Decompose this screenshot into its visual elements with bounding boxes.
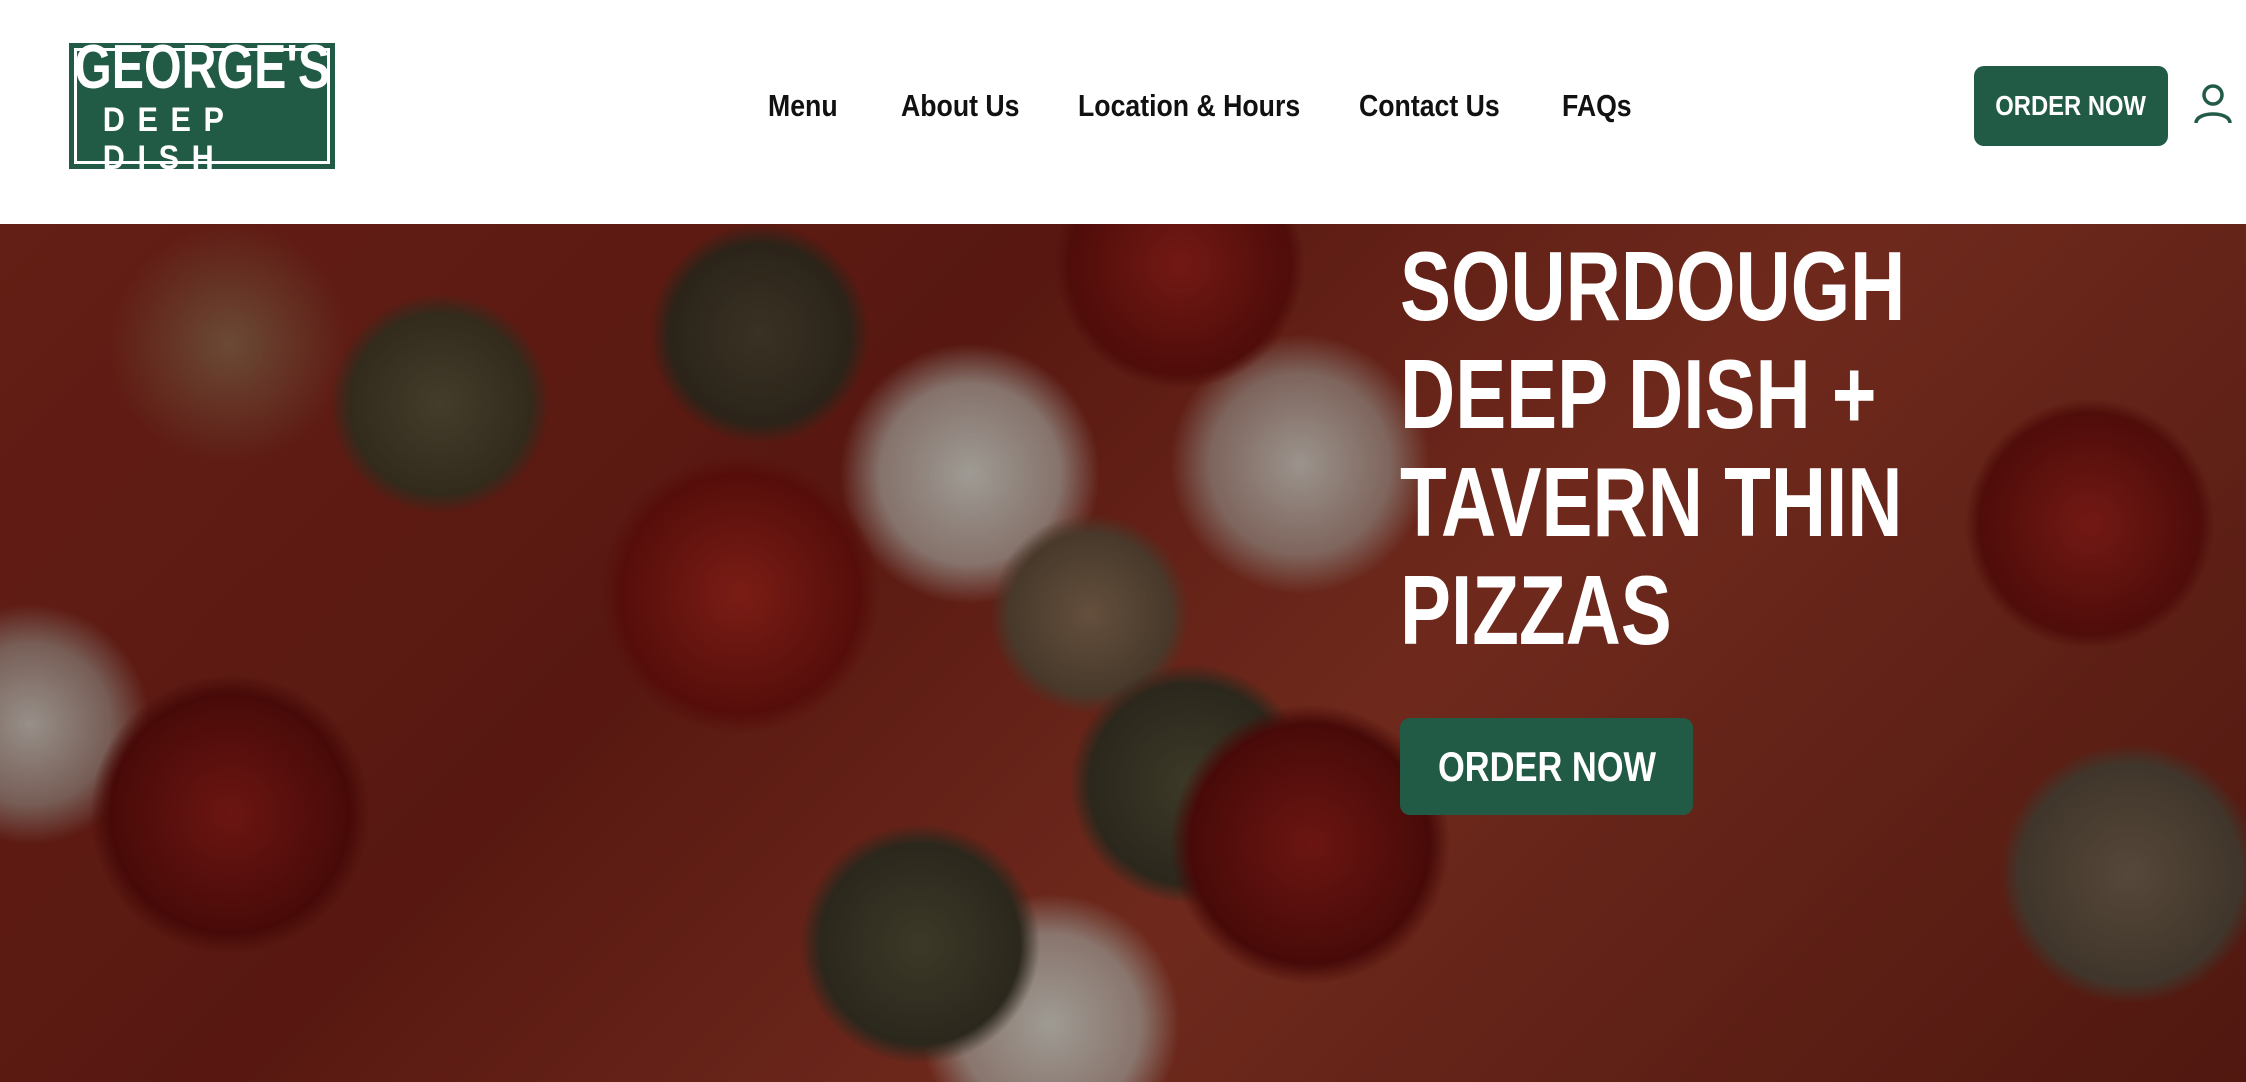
main-nav: Menu About Us Location & Hours Contact U…: [0, 82, 2246, 130]
header-order-now-button[interactable]: ORDER NOW: [1974, 66, 2168, 146]
user-icon-svg: [2194, 84, 2232, 124]
hero-content: Chicago's Best Deep Dish and Tavern Styl…: [1400, 146, 2220, 664]
hero-title-line-4: PIZZAS: [1400, 555, 1672, 665]
hero-order-now-button[interactable]: ORDER NOW: [1400, 718, 1693, 815]
nav-item-contact-us[interactable]: Contact Us: [1359, 82, 1500, 130]
hero-title-line-1: SOURDOUGH: [1400, 231, 1906, 341]
user-icon[interactable]: [2193, 82, 2233, 124]
nav-item-about-us[interactable]: About Us: [901, 82, 1019, 130]
hero-title-line-3: TAVERN THIN: [1400, 447, 1903, 557]
nav-item-faqs[interactable]: FAQs: [1562, 82, 1632, 130]
hero-tagline: Chicago's Best Deep Dish and Tavern Styl…: [1400, 148, 2146, 192]
nav-item-location-hours[interactable]: Location & Hours: [1078, 82, 1300, 130]
hero-title-line-2: DEEP DISH +: [1400, 339, 1877, 449]
nav-item-menu[interactable]: Menu: [768, 82, 838, 130]
hero-order-now-label: ORDER NOW: [1437, 742, 1656, 790]
header-order-now-label: ORDER NOW: [1995, 90, 2147, 121]
hero-title: SOURDOUGH DEEP DISH + TAVERN THIN PIZZAS: [1400, 232, 2024, 664]
